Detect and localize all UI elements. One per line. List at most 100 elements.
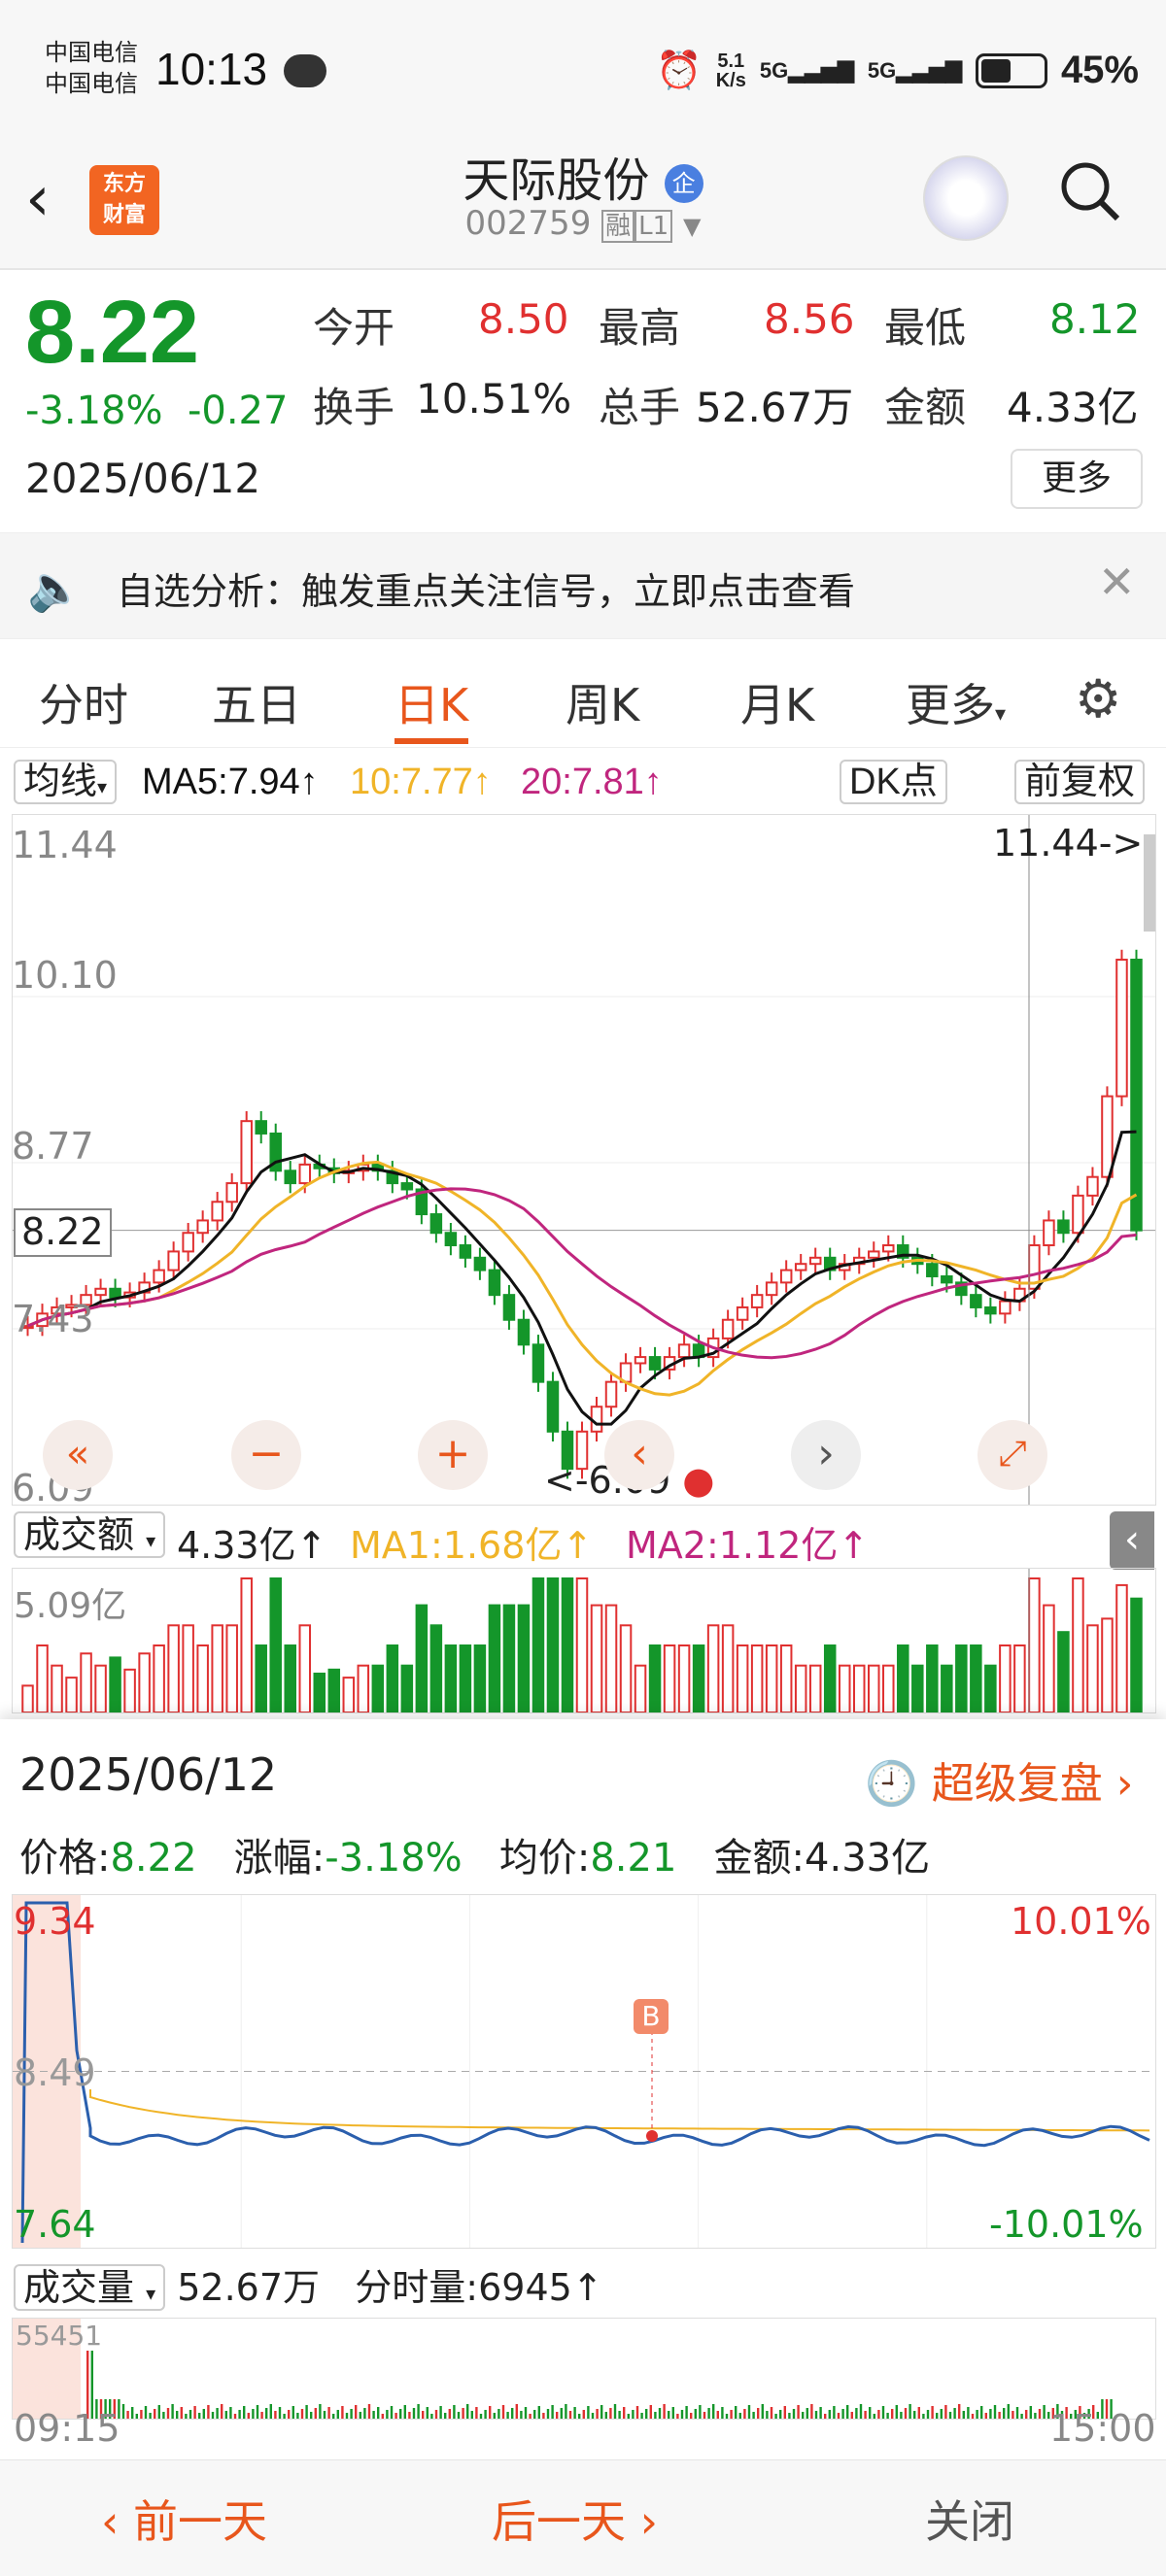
search-icon[interactable] xyxy=(1059,160,1121,222)
assistant-avatar[interactable] xyxy=(923,155,1009,241)
volume-tick xyxy=(221,2404,223,2419)
volume-tick xyxy=(314,2408,317,2419)
volume-tick xyxy=(873,2414,875,2419)
volume-tick xyxy=(797,2405,800,2419)
amount-value: 4.33亿 xyxy=(1007,384,1139,431)
candle xyxy=(167,1250,180,1271)
volume-tick xyxy=(247,2413,250,2419)
volume-tick xyxy=(546,2409,550,2419)
volume-tick xyxy=(895,2405,898,2419)
dk-point-button[interactable]: DK点 xyxy=(840,760,947,804)
next-day-button[interactable]: 后一天 › xyxy=(492,2487,658,2551)
volume-bar xyxy=(123,1668,136,1712)
volume-tick xyxy=(980,2406,983,2419)
volume-tick xyxy=(802,2412,805,2419)
volume-svg xyxy=(21,1569,1143,1712)
volume-tick xyxy=(993,2405,997,2419)
tab-monthly-k[interactable]: 月K xyxy=(740,670,814,734)
marker-dot xyxy=(646,2130,658,2142)
tab-five-day[interactable]: 五日 xyxy=(212,670,301,734)
gear-icon[interactable]: ⚙ xyxy=(1075,668,1121,729)
volume-bar xyxy=(808,1664,822,1712)
volume-tick xyxy=(166,2408,170,2419)
intraday-volume-selector[interactable]: 成交量 ▾ xyxy=(14,2264,166,2311)
tab-weekly-k[interactable]: 周K xyxy=(566,670,639,734)
chevron-down-icon[interactable]: ▼ xyxy=(683,213,701,240)
volume-bar xyxy=(955,1644,968,1712)
tab-daily-k[interactable]: 日K xyxy=(394,670,468,734)
candle xyxy=(400,1182,414,1191)
candle xyxy=(984,1305,997,1315)
volume-tick xyxy=(529,2414,532,2419)
volume-tick xyxy=(332,2414,335,2419)
volume-tick xyxy=(931,2406,934,2419)
volume-tick xyxy=(345,2413,349,2419)
super-review-link[interactable]: 🕘 超级复盘 › xyxy=(865,1748,1133,1811)
candle xyxy=(240,1120,253,1185)
volume-bar xyxy=(721,1624,735,1712)
candle xyxy=(779,1269,793,1284)
volume-bar xyxy=(284,1644,296,1712)
volume-tick xyxy=(408,2412,411,2419)
volume-tick xyxy=(623,2407,626,2419)
fullscreen-icon[interactable]: ⤢ xyxy=(977,1420,1047,1490)
candle xyxy=(999,1300,1012,1315)
volume-bar xyxy=(663,1644,676,1712)
scroll-left-icon[interactable]: ‹ xyxy=(604,1420,674,1490)
volume-tick xyxy=(596,2409,599,2419)
volume-tick xyxy=(649,2405,652,2419)
tab-minute[interactable]: 分时 xyxy=(39,670,128,734)
volume-selector[interactable]: 成交额 ▾ xyxy=(14,1511,166,1558)
zoom-in-icon[interactable]: + xyxy=(418,1420,488,1490)
volume-tick xyxy=(699,2405,702,2419)
intraday-bottom-pct: -10.01% xyxy=(989,2203,1144,2246)
volume-bar xyxy=(357,1664,370,1712)
y-tick-4: 7.43 xyxy=(12,1298,94,1340)
volume-tick xyxy=(881,2406,885,2419)
close-icon[interactable]: ✕ xyxy=(1098,556,1136,608)
intraday-chart[interactable] xyxy=(12,1894,1156,2249)
close-button[interactable]: 关闭 xyxy=(925,2487,1014,2551)
volume-tick xyxy=(475,2407,478,2419)
buy-marker[interactable]: B xyxy=(634,1999,669,2034)
prev-day-button[interactable]: ‹ 前一天 xyxy=(101,2487,267,2551)
indicator-selector[interactable]: 均线▾ xyxy=(14,760,118,804)
volume-tick xyxy=(296,2413,299,2419)
carrier-1: 中国电信 xyxy=(45,39,138,66)
collapse-icon[interactable]: ‹ xyxy=(1110,1511,1154,1570)
volume-tick xyxy=(747,2405,751,2419)
volume-ma1: MA1:1.68亿↑ xyxy=(350,1524,594,1567)
candle xyxy=(1086,1175,1099,1197)
kline-chart[interactable] xyxy=(12,814,1156,1506)
volume-bar xyxy=(1057,1631,1070,1712)
volume-tick xyxy=(1038,2409,1042,2419)
candle xyxy=(211,1201,223,1222)
volume-bar xyxy=(1101,1617,1114,1712)
high-label: 最高 xyxy=(599,304,681,352)
zoom-out-icon[interactable]: − xyxy=(231,1420,301,1490)
volume-tick xyxy=(716,2411,719,2419)
volume-tick xyxy=(841,2409,844,2419)
volume-bar xyxy=(167,1624,180,1712)
candle xyxy=(502,1294,516,1321)
candle xyxy=(648,1356,662,1371)
volume-tick xyxy=(207,2405,210,2419)
candle xyxy=(1043,1219,1055,1247)
adjust-button[interactable]: 前复权 xyxy=(1014,760,1146,804)
volume-tick xyxy=(1015,2407,1019,2419)
volume-tick xyxy=(850,2412,853,2419)
volume-tick xyxy=(671,2407,674,2419)
scroll-left-fast-icon[interactable]: « xyxy=(43,1420,113,1490)
intraday-bottom: 7.64 xyxy=(14,2203,96,2246)
volume-tick xyxy=(632,2410,634,2419)
volume-tick xyxy=(694,2409,697,2419)
volume-tick xyxy=(833,2406,836,2419)
volume-tick xyxy=(1007,2404,1010,2419)
more-button[interactable]: 更多 xyxy=(1011,449,1143,509)
volume-tick xyxy=(735,2406,737,2419)
volume-tick xyxy=(568,2411,572,2419)
scroll-right-icon[interactable]: › xyxy=(791,1420,861,1490)
intraday-volume-max: 55451 xyxy=(16,2320,103,2352)
candle xyxy=(546,1380,560,1433)
tab-more[interactable]: 更多▾ xyxy=(906,670,1006,734)
